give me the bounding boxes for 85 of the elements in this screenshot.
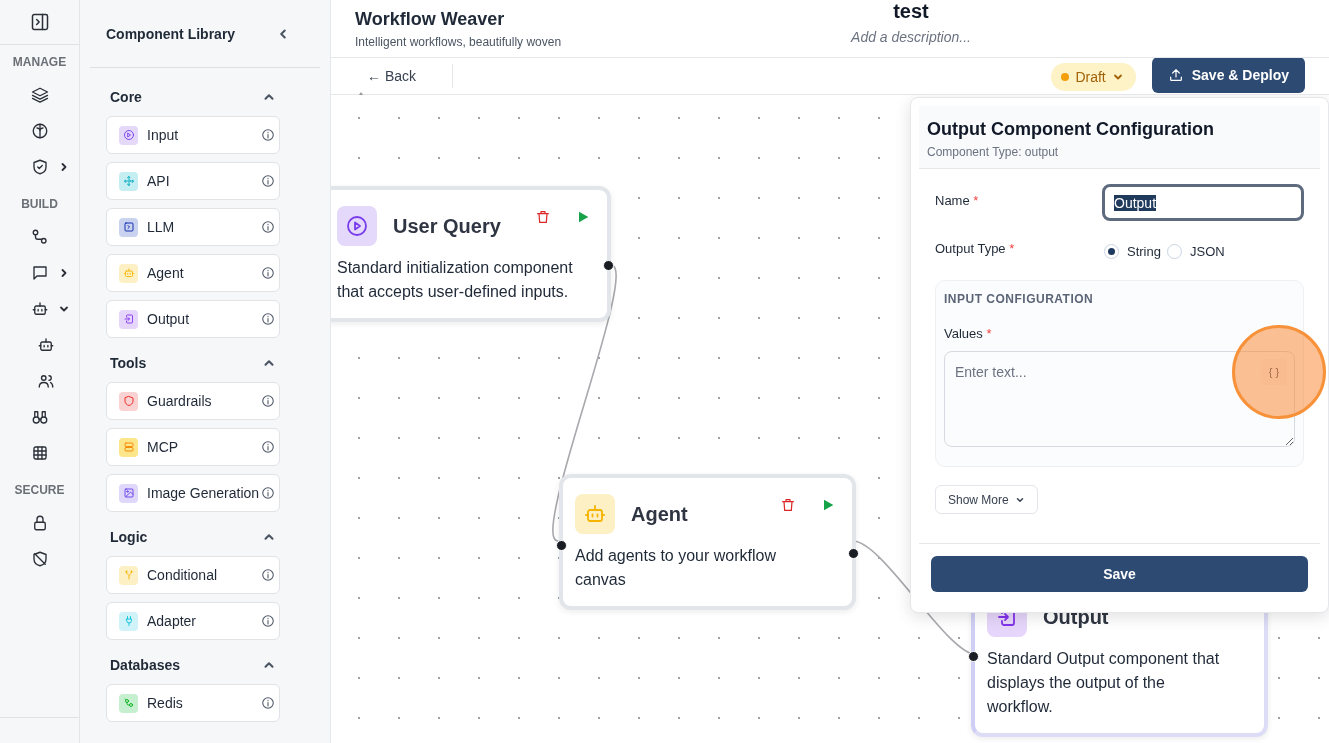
- field-label: Values *: [944, 326, 993, 341]
- component-item[interactable]: LLM: [106, 208, 280, 246]
- node-description: Add agents to your workflow canvas: [575, 546, 777, 590]
- category-heading: Tools: [110, 355, 147, 371]
- section-label: MANAGE: [12, 55, 67, 69]
- info-icon[interactable]: [261, 220, 275, 234]
- section-heading: INPUT CONFIGURATION: [944, 292, 1095, 306]
- exit-arrow-icon: [122, 313, 135, 325]
- app-title: Workflow Weaver: [355, 8, 506, 30]
- radio-option[interactable]: JSON: [1166, 244, 1225, 259]
- image-icon: [122, 487, 135, 499]
- info-icon[interactable]: [261, 614, 275, 628]
- sidebar-toggle-icon[interactable]: [29, 12, 50, 32]
- save-deploy-button[interactable]: Save & Deploy: [1151, 57, 1305, 93]
- panel-title: Component Library: [106, 25, 236, 42]
- field-label: Name *: [935, 193, 979, 208]
- category-heading: Core: [110, 89, 142, 105]
- info-icon[interactable]: [261, 266, 275, 280]
- shield-check-icon[interactable]: [30, 158, 49, 176]
- component-item[interactable]: Guardrails: [106, 382, 280, 420]
- component-item[interactable]: Input: [106, 116, 280, 154]
- workflow-node[interactable]: User Query Standard initialization component that accepts user-defined inputs.: [331, 186, 611, 322]
- users-icon[interactable]: [36, 372, 55, 390]
- workflow-name[interactable]: test: [893, 0, 929, 23]
- play-circle-icon: [122, 129, 135, 141]
- back-link[interactable]: ← Back: [367, 68, 416, 84]
- upload-icon: [1167, 67, 1184, 83]
- brain-icon[interactable]: [30, 122, 49, 140]
- save-button[interactable]: Save: [931, 556, 1308, 592]
- info-icon[interactable]: [261, 440, 275, 454]
- branch-icon: [122, 569, 135, 581]
- status-dropdown[interactable]: Draft: [1051, 62, 1136, 91]
- component-item[interactable]: Output: [106, 300, 280, 338]
- section-label: SECURE: [14, 483, 65, 497]
- tagline: Intelligent workflows, beautifully woven: [355, 34, 562, 49]
- delete-icon[interactable]: [780, 497, 796, 513]
- node-title: User Query: [393, 214, 501, 238]
- info-icon[interactable]: [261, 486, 275, 500]
- shield-icon: [122, 395, 135, 407]
- input-port[interactable]: [556, 540, 567, 551]
- component-item[interactable]: Conditional: [106, 556, 280, 594]
- info-icon[interactable]: [261, 696, 275, 710]
- output-port[interactable]: [603, 260, 614, 271]
- arrows-icon: [122, 175, 135, 187]
- info-icon[interactable]: [261, 568, 275, 582]
- binoculars-icon[interactable]: [30, 408, 49, 426]
- category-heading: Logic: [110, 529, 148, 545]
- info-icon[interactable]: [261, 312, 275, 326]
- name-field[interactable]: Output: [1102, 184, 1304, 221]
- robot-icon: [122, 267, 135, 279]
- chat-bubble-icon[interactable]: [30, 264, 49, 282]
- component-item[interactable]: Image Generation: [106, 474, 280, 512]
- component-item[interactable]: Redis: [106, 684, 280, 722]
- delete-icon[interactable]: [535, 209, 551, 225]
- panel-title: Output Component Configuration: [927, 119, 1215, 140]
- input-port[interactable]: [968, 651, 979, 662]
- description-field[interactable]: Add a description...: [821, 29, 1001, 45]
- link-icon: [122, 697, 135, 709]
- category-heading: Databases: [110, 657, 181, 673]
- info-icon[interactable]: [261, 128, 275, 142]
- field-label: Output Type *: [935, 241, 1015, 256]
- terminal-icon: [122, 221, 135, 233]
- grid-icon[interactable]: [30, 444, 49, 462]
- component-type: Component Type: output: [927, 145, 1060, 159]
- section-label: BUILD: [21, 197, 58, 211]
- component-item[interactable]: Adapter: [106, 602, 280, 640]
- layers-icon[interactable]: [30, 86, 49, 104]
- play-circle-icon: [345, 214, 369, 238]
- database-icon: [122, 441, 135, 453]
- robot-icon[interactable]: [36, 336, 55, 354]
- robot-icon[interactable]: [30, 300, 49, 318]
- component-item[interactable]: API: [106, 162, 280, 200]
- flow-icon[interactable]: [30, 228, 49, 246]
- info-icon[interactable]: [261, 174, 275, 188]
- node-description: Standard Output component that displays the output of the workflow.: [987, 649, 1221, 717]
- output-port[interactable]: [848, 548, 859, 559]
- info-icon[interactable]: [261, 394, 275, 408]
- show-more-button[interactable]: Show More: [935, 485, 1038, 514]
- shield-slash-icon[interactable]: [30, 550, 49, 568]
- radio-option[interactable]: String: [1104, 244, 1161, 259]
- component-item[interactable]: Agent: [106, 254, 280, 292]
- workflow-node[interactable]: Agent Add agents to your workflow canvas: [559, 474, 856, 610]
- node-description: Standard initialization component that accepts user-defined inputs.: [337, 258, 573, 302]
- node-title: Agent: [631, 502, 688, 526]
- component-item[interactable]: MCP: [106, 428, 280, 466]
